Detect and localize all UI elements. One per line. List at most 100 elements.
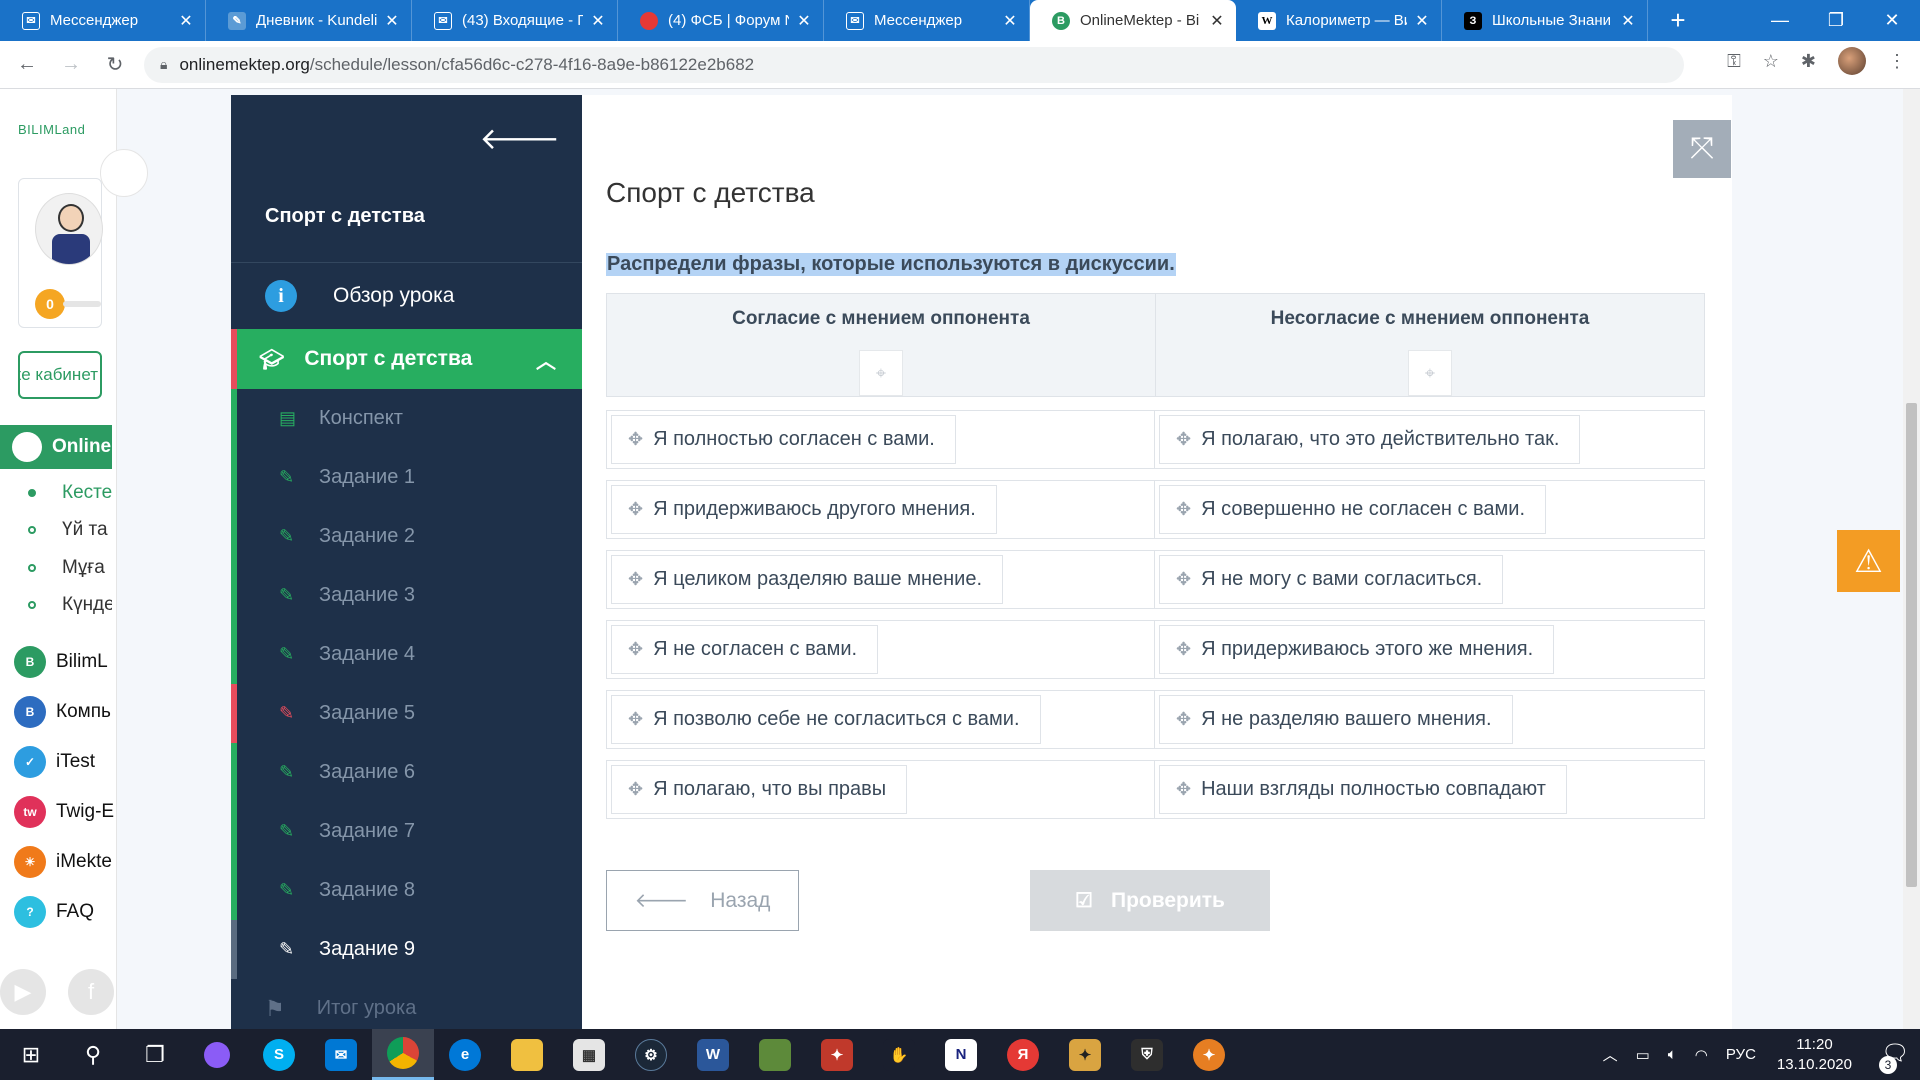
rail-subitem-schedule[interactable]: Кесте — [28, 482, 112, 504]
rail-app-bilimland[interactable]: B BilimL — [14, 646, 114, 678]
bilimland-logo[interactable]: BILIMLand — [18, 122, 85, 137]
menu-kebab-icon[interactable]: ⋮ — [1888, 51, 1906, 72]
show-hidden-icons[interactable]: ︿ — [1603, 1044, 1618, 1065]
star-icon[interactable]: ☆ — [1763, 51, 1779, 72]
forward-icon[interactable]: → — [54, 48, 88, 82]
close-tab-icon[interactable]: ✕ — [1413, 11, 1431, 31]
search-icon[interactable]: ⚲ — [62, 1029, 124, 1080]
browser-tab[interactable]: (4) ФСБ | Форум N ✕ — [618, 0, 824, 41]
rail-app-twig[interactable]: tw Twig-E — [14, 796, 114, 828]
close-tab-icon[interactable]: ✕ — [1001, 11, 1019, 31]
task-view-icon[interactable]: ❐ — [124, 1029, 186, 1080]
counter-strike-icon[interactable]: ✦ — [1054, 1029, 1116, 1080]
lesson-item-task[interactable]: ✎ Задание 8 — [231, 861, 582, 920]
close-tab-icon[interactable]: ✕ — [383, 11, 401, 31]
draggable-phrase[interactable]: ✥ Я позволю себе не согласиться с вами. — [611, 695, 1041, 744]
file-explorer-icon[interactable] — [496, 1029, 558, 1080]
language-indicator[interactable]: РУС — [1726, 1046, 1756, 1063]
browser-tab[interactable]: ✎ Дневник - Kundelik ✕ — [206, 0, 412, 41]
close-tab-icon[interactable]: ✕ — [795, 11, 813, 31]
mail-icon[interactable]: ✉ — [310, 1029, 372, 1080]
maximize-icon[interactable]: ❐ — [1808, 0, 1864, 41]
world-of-tanks-icon[interactable]: ⛨ — [1116, 1029, 1178, 1080]
game-launcher-icon[interactable]: ✦ — [806, 1029, 868, 1080]
lesson-item-task[interactable]: ✎ Задание 6 — [231, 743, 582, 802]
draggable-phrase[interactable]: ✥ Наши взгляды полностью совпадают — [1159, 765, 1567, 814]
steam-icon[interactable]: ⚙ — [620, 1029, 682, 1080]
page-scrollbar[interactable] — [1903, 89, 1920, 1029]
check-button[interactable]: ☑ Проверить — [1030, 870, 1270, 931]
personal-cabinet-button[interactable]: еке кабинет — [18, 351, 102, 399]
drop-target-agreement[interactable]: ⌖ — [859, 350, 903, 396]
store-icon[interactable]: ▦ — [558, 1029, 620, 1080]
url-input[interactable]: 🔒︎ onlinemektep.org/schedule/lesson/cfa5… — [144, 46, 1684, 83]
back-icon[interactable]: ← — [10, 48, 44, 82]
lesson-item-task[interactable]: ✎ Задание 4 — [231, 625, 582, 684]
play-icon[interactable]: ▶ — [0, 969, 46, 1015]
close-window-icon[interactable]: ✕ — [1864, 0, 1920, 41]
volume-icon[interactable]: 🔈︎ — [1668, 1046, 1677, 1063]
browser-tab[interactable]: ✉ Мессенджер ✕ — [0, 0, 206, 41]
lesson-item-task-current[interactable]: ✎ Задание 9 — [231, 920, 582, 979]
online-mektep-item[interactable]: Online — [0, 425, 112, 469]
browser-tab[interactable]: W Калориметр — Ви ✕ — [1236, 0, 1442, 41]
edge-icon[interactable]: e — [434, 1029, 496, 1080]
draggable-phrase[interactable]: ✥ Я не могу с вами согласиться. — [1159, 555, 1504, 604]
draggable-phrase[interactable]: ✥ Я не согласен с вами. — [611, 625, 879, 674]
lesson-item-summary-notes[interactable]: ▤ Конспект — [231, 389, 582, 448]
notifications-icon[interactable]: 🗨︎ 3 — [1872, 1040, 1909, 1074]
extensions-icon[interactable]: ✱ — [1801, 51, 1816, 72]
close-tab-icon[interactable]: ✕ — [1208, 11, 1226, 31]
fullscreen-icon[interactable]: ⤧ — [1673, 120, 1731, 178]
arrow-left-icon[interactable]: 🡐 — [480, 121, 560, 157]
chevron-up-icon[interactable]: ︿ — [536, 345, 556, 374]
draggable-phrase[interactable]: ✥ Я полностью согласен с вами. — [611, 415, 956, 464]
game-app-icon[interactable]: ✦ — [1178, 1029, 1240, 1080]
facebook-icon[interactable]: f — [68, 969, 114, 1015]
rail-subitem-teacher[interactable]: Мұға — [28, 557, 112, 579]
lesson-item-task[interactable]: ✎ Задание 2 — [231, 507, 582, 566]
rail-app-computer[interactable]: B Компь — [14, 696, 114, 728]
back-button[interactable]: 🡐 Назад — [606, 870, 799, 931]
lesson-section-header[interactable]: 🎓︎ Спорт с детства ︿ — [231, 329, 582, 389]
drop-target-disagreement[interactable]: ⌖ — [1408, 350, 1452, 396]
close-tab-icon[interactable]: ✕ — [1619, 11, 1637, 31]
profile-avatar[interactable] — [1838, 47, 1866, 75]
lesson-item-task[interactable]: ✎ Задание 5 — [231, 684, 582, 743]
nvidia-app-icon[interactable]: N — [930, 1029, 992, 1080]
chrome-icon[interactable] — [372, 1029, 434, 1080]
rail-app-itest[interactable]: ✓ iTest — [14, 746, 114, 778]
browser-tab[interactable]: ✉ (43) Входящие - П ✕ — [412, 0, 618, 41]
draggable-phrase[interactable]: ✥ Я целиком разделяю ваше мнение. — [611, 555, 1004, 604]
collapse-rail-button[interactable] — [100, 149, 148, 197]
warning-icon[interactable]: ⚠ — [1837, 530, 1900, 592]
bloody-mouse-icon[interactable]: ✋ — [868, 1029, 930, 1080]
word-icon[interactable]: W — [682, 1029, 744, 1080]
browser-tab[interactable]: ✉ Мессенджер ✕ — [824, 0, 1030, 41]
rail-app-imektep[interactable]: ☀ iMekte — [14, 846, 114, 878]
lesson-item-task[interactable]: ✎ Задание 1 — [231, 448, 582, 507]
draggable-phrase[interactable]: ✥ Я совершенно не согласен с вами. — [1159, 485, 1547, 534]
reload-icon[interactable]: ↻ — [98, 48, 132, 82]
lesson-summary-item[interactable]: ⚑ Итог урока — [231, 979, 582, 1029]
skype-icon[interactable]: S — [248, 1029, 310, 1080]
browser-tab[interactable]: З Школьные Знани ✕ — [1442, 0, 1648, 41]
draggable-phrase[interactable]: ✥ Я полагаю, что это действительно так. — [1159, 415, 1581, 464]
battery-icon[interactable]: ▭ — [1636, 1046, 1650, 1064]
draggable-phrase[interactable]: ✥ Я не разделяю вашего мнения. — [1159, 695, 1513, 744]
lesson-item-task[interactable]: ✎ Задание 7 — [231, 802, 582, 861]
close-tab-icon[interactable]: ✕ — [177, 11, 195, 31]
close-tab-icon[interactable]: ✕ — [589, 11, 607, 31]
scrollbar-thumb[interactable] — [1906, 403, 1917, 887]
cortana-icon[interactable] — [186, 1029, 248, 1080]
draggable-phrase[interactable]: ✥ Я придерживаюсь другого мнения. — [611, 485, 997, 534]
lesson-item-task[interactable]: ✎ Задание 3 — [231, 566, 582, 625]
clock[interactable]: 11:20 13.10.2020 — [1777, 1035, 1852, 1075]
new-tab-button[interactable]: + — [1658, 0, 1698, 41]
draggable-phrase[interactable]: ✥ Я придерживаюсь этого же мнения. — [1159, 625, 1555, 674]
windows-start-icon[interactable]: ⊞ — [0, 1029, 62, 1080]
network-icon[interactable]: ◠ — [1695, 1046, 1708, 1064]
rail-subitem-homework[interactable]: Үй та — [28, 519, 112, 541]
browser-tab-active[interactable]: B OnlineMektep - Bi ✕ — [1030, 0, 1236, 41]
minimize-icon[interactable]: — — [1752, 0, 1808, 41]
